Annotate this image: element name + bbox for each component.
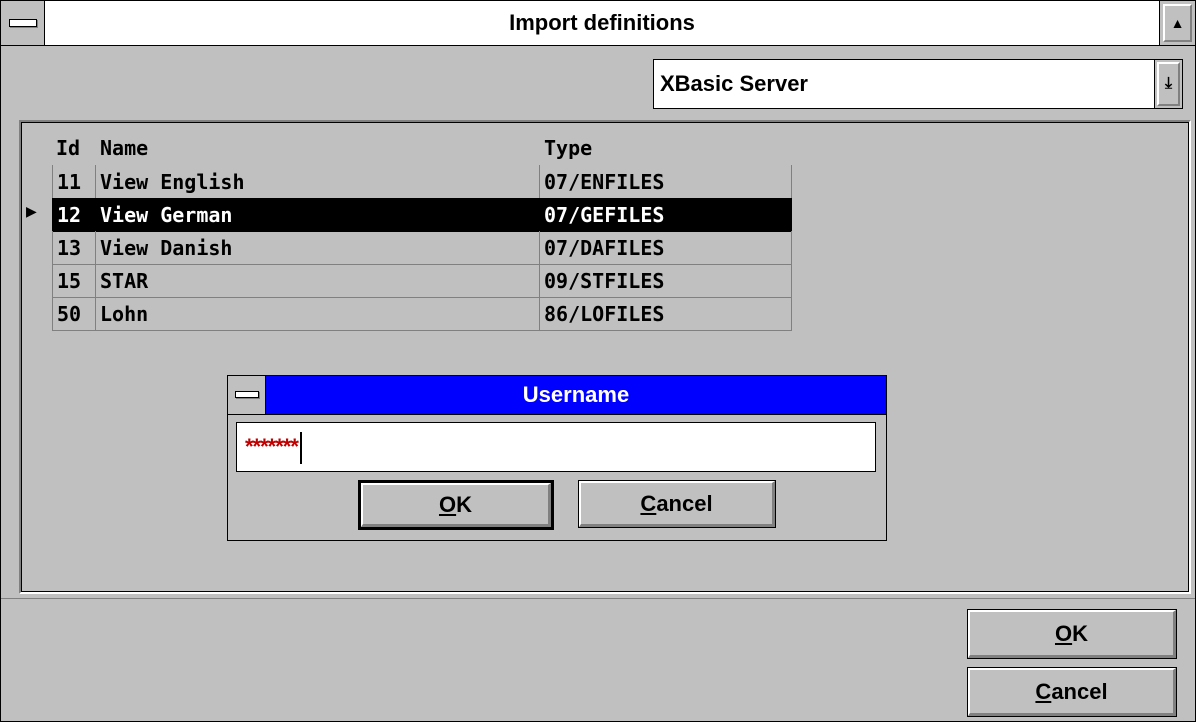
cell-type: 09/STFILES bbox=[540, 264, 792, 298]
import-definitions-window: Import definitions ▲ XBasic Server ⤓ ▶ I… bbox=[0, 0, 1196, 722]
cell-name: STAR bbox=[96, 264, 540, 298]
column-header-name[interactable]: Name bbox=[96, 131, 540, 165]
ok-mnemonic: O bbox=[1054, 620, 1073, 646]
username-input[interactable]: ******* bbox=[236, 422, 876, 472]
window-title: Import definitions bbox=[509, 10, 695, 35]
dropdown-button[interactable]: ⤓ bbox=[1154, 60, 1182, 108]
cell-type: 86/LOFILES bbox=[540, 297, 792, 331]
cell-type: 07/ENFILES bbox=[540, 165, 792, 199]
table-row[interactable]: 15 STAR 09/STFILES bbox=[52, 264, 792, 298]
dialog-ok-button[interactable]: OK bbox=[358, 480, 554, 530]
dialog-cancel-mnemonic: C bbox=[640, 490, 657, 516]
cancel-mnemonic: C bbox=[1035, 678, 1052, 704]
dialog-cancel-button[interactable]: Cancel bbox=[578, 480, 776, 528]
cell-id: 11 bbox=[52, 165, 96, 199]
column-header-id[interactable]: Id bbox=[52, 131, 96, 165]
divider bbox=[1, 598, 1195, 599]
cell-id: 50 bbox=[52, 297, 96, 331]
table-header: Id Name Type bbox=[52, 131, 792, 165]
cancel-label: ancel bbox=[1051, 678, 1108, 704]
cell-id: 12 bbox=[52, 198, 96, 232]
ok-button[interactable]: OK bbox=[967, 609, 1177, 659]
server-select[interactable]: XBasic Server ⤓ bbox=[653, 59, 1183, 109]
cell-type: 07/DAFILES bbox=[540, 231, 792, 265]
window-menu-icon[interactable] bbox=[1, 1, 45, 45]
dialog-ok-label: K bbox=[456, 491, 472, 517]
dialog-menu-icon[interactable] bbox=[228, 376, 266, 414]
dialog-title: Username bbox=[522, 382, 630, 407]
column-header-type[interactable]: Type bbox=[540, 131, 792, 165]
cell-name: View English bbox=[96, 165, 540, 199]
dialog-title-bar[interactable]: Username bbox=[228, 376, 886, 415]
table-row[interactable]: 13 View Danish 07/DAFILES bbox=[52, 231, 792, 265]
table-row[interactable]: 11 View English 07/ENFILES bbox=[52, 165, 792, 199]
cell-name: View German bbox=[96, 198, 540, 232]
cell-id: 15 bbox=[52, 264, 96, 298]
table-row[interactable]: 12 View German 07/GEFILES bbox=[52, 198, 792, 232]
dropdown-arrow-icon: ⤓ bbox=[1157, 62, 1180, 106]
maximize-button[interactable]: ▲ bbox=[1159, 1, 1195, 45]
cell-id: 13 bbox=[52, 231, 96, 265]
scroll-up-arrow-icon: ▲ bbox=[1163, 4, 1192, 42]
current-row-indicator-icon: ▶ bbox=[26, 203, 37, 219]
dialog-ok-mnemonic: O bbox=[438, 491, 457, 517]
dialog-cancel-label: ancel bbox=[656, 490, 713, 516]
cell-type: 07/GEFILES bbox=[540, 198, 792, 232]
title-bar[interactable]: Import definitions ▲ bbox=[1, 1, 1195, 46]
server-select-value: XBasic Server bbox=[660, 71, 808, 96]
cancel-button[interactable]: Cancel bbox=[967, 667, 1177, 717]
username-dialog: Username ******* OK Cancel bbox=[227, 375, 887, 541]
username-input-value: ******* bbox=[245, 434, 299, 459]
table-row[interactable]: 50 Lohn 86/LOFILES bbox=[52, 297, 792, 331]
text-caret bbox=[299, 432, 302, 465]
ok-label: K bbox=[1072, 620, 1088, 646]
cell-name: View Danish bbox=[96, 231, 540, 265]
cell-name: Lohn bbox=[96, 297, 540, 331]
